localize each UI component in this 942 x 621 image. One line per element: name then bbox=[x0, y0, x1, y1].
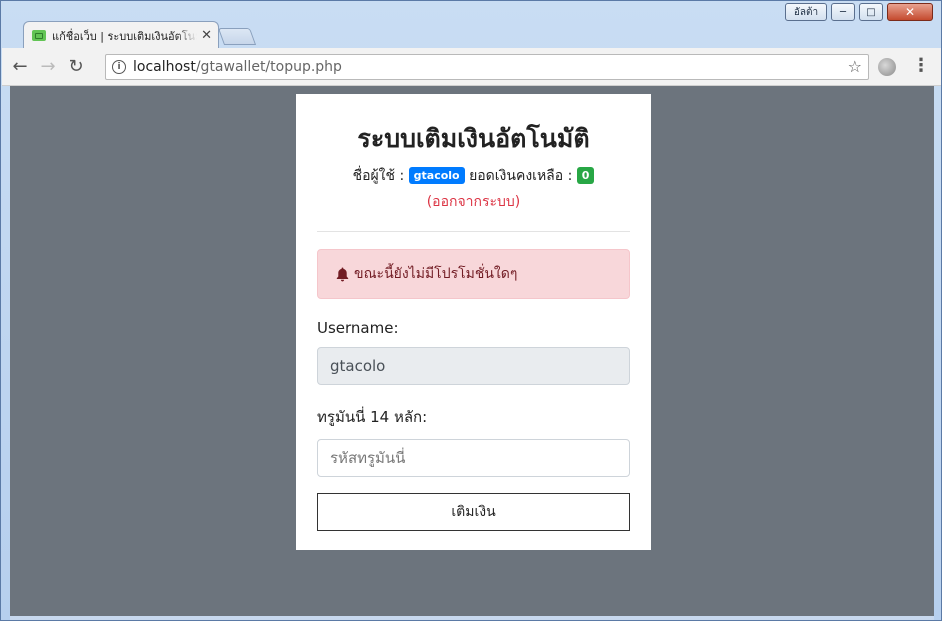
username-badge: gtacolo bbox=[408, 167, 465, 184]
profile-button[interactable]: อัลต้า bbox=[785, 3, 827, 21]
bookmark-star-icon[interactable]: ☆ bbox=[848, 57, 862, 76]
new-tab-button[interactable] bbox=[217, 28, 257, 45]
favicon-icon bbox=[32, 30, 46, 41]
forward-arrow-icon[interactable]: → bbox=[34, 53, 62, 81]
window-bottom-edge bbox=[10, 616, 934, 620]
browser-tab-active[interactable]: แก้ชื่อเว็บ | ระบบเติมเงินอัตโนมัติ ✕ bbox=[23, 21, 219, 49]
balance-label: ยอดเงินคงเหลือ : bbox=[469, 168, 573, 184]
logout-link[interactable]: (ออกจากระบบ) bbox=[317, 191, 630, 213]
topup-submit-button[interactable]: เติมเงิน bbox=[317, 493, 630, 531]
username-field-label: Username: bbox=[317, 319, 399, 337]
truemoney-field-label: ทรูมันนี่ 14 หลัก: bbox=[317, 408, 428, 426]
username-label: ชื่อผู้ใช้ : bbox=[352, 168, 405, 184]
browser-window: อัลต้า ─ □ ✕ แก้ชื่อเว็บ | ระบบเติมเงินอ… bbox=[0, 0, 942, 621]
reload-icon[interactable]: ↻ bbox=[62, 53, 90, 81]
user-info: ชื่อผู้ใช้ : gtacolo ยอดเงินคงเหลือ : 0 bbox=[317, 165, 630, 187]
close-window-button[interactable]: ✕ bbox=[887, 3, 933, 21]
extension-icon[interactable] bbox=[878, 58, 896, 76]
url-text: localhost/gtawallet/topup.php bbox=[133, 59, 342, 75]
page-title: ระบบเติมเงินอัตโนมัติ bbox=[357, 124, 590, 153]
url-path: /gtawallet/topup.php bbox=[195, 59, 342, 75]
divider bbox=[317, 231, 630, 232]
minimize-button[interactable]: ─ bbox=[831, 3, 855, 21]
window-caption-buttons: อัลต้า ─ □ ✕ bbox=[785, 3, 933, 21]
browser-toolbar: ← → ↻ i localhost/gtawallet/topup.php ☆ … bbox=[2, 48, 941, 86]
page-viewport: ระบบเติมเงินอัตโนมัติ ชื่อผู้ใช้ : gtaco… bbox=[10, 86, 934, 616]
tab-title: แก้ชื่อเว็บ | ระบบเติมเงินอัตโนมัติ bbox=[52, 29, 198, 43]
topup-card: ระบบเติมเงินอัตโนมัติ ชื่อผู้ใช้ : gtaco… bbox=[296, 94, 651, 550]
balance-badge: 0 bbox=[576, 167, 595, 184]
maximize-icon: □ bbox=[866, 6, 876, 18]
close-icon: ✕ bbox=[904, 5, 916, 19]
bell-icon bbox=[336, 267, 349, 281]
menu-dots-icon[interactable]: ⋮ bbox=[912, 56, 930, 76]
username-input[interactable] bbox=[317, 347, 630, 385]
maximize-button[interactable]: □ bbox=[859, 3, 883, 21]
url-host: localhost bbox=[133, 59, 196, 75]
address-bar[interactable]: i localhost/gtawallet/topup.php ☆ bbox=[105, 54, 869, 80]
minimize-icon: ─ bbox=[839, 6, 847, 18]
tab-close-icon[interactable]: ✕ bbox=[201, 28, 212, 43]
info-icon[interactable]: i bbox=[112, 60, 126, 74]
truemoney-code-input[interactable] bbox=[317, 439, 630, 477]
alert-text: ขณะนี้ยังไม่มีโปรโมชั่นใดๆ bbox=[354, 266, 518, 282]
promotion-alert: ขณะนี้ยังไม่มีโปรโมชั่นใดๆ bbox=[317, 249, 630, 299]
back-arrow-icon[interactable]: ← bbox=[6, 53, 34, 81]
